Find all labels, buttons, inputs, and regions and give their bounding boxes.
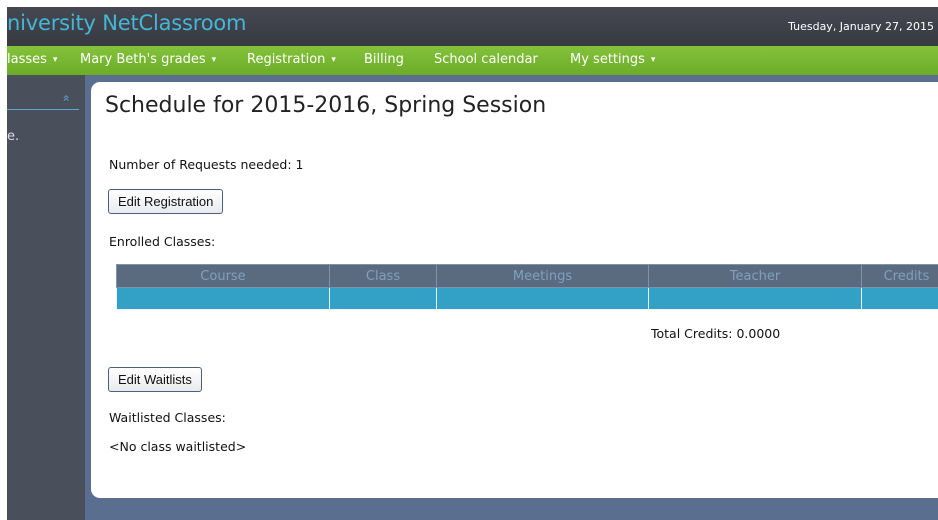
menu-item-classes[interactable]: lasses ▾ — [7, 46, 57, 75]
app-title[interactable]: niversity NetClassroom — [7, 11, 246, 35]
table-cell — [116, 287, 330, 310]
edit-registration-button[interactable]: Edit Registration — [108, 189, 224, 214]
table-cell — [436, 287, 649, 310]
menu-item-label: Billing — [364, 52, 404, 67]
current-date: Tuesday, January 27, 2015 — [788, 20, 934, 33]
enrolled-classes-label: Enrolled Classes: — [109, 234, 216, 249]
chevron-down-icon: ▾ — [52, 55, 58, 65]
sidebar-text: e. — [7, 129, 20, 144]
column-header-credits[interactable]: Credits — [861, 264, 938, 288]
schedule-panel: Schedule for 2015-2016, Spring Session N… — [91, 82, 938, 498]
menu-item-label: Registration — [247, 52, 326, 67]
sidebar-divider — [7, 109, 79, 110]
sidebar: « e. — [7, 75, 85, 520]
edit-waitlists-button[interactable]: Edit Waitlists — [108, 367, 202, 392]
menu-item-school-calendar[interactable]: School calendar — [434, 46, 538, 75]
table-cell — [648, 287, 862, 310]
menu-item-registration[interactable]: Registration ▾ — [247, 46, 336, 75]
top-bar: niversity NetClassroom Tuesday, January … — [7, 7, 938, 46]
no-waitlist-message: <No class waitlisted> — [109, 439, 247, 454]
menu-item-label: Mary Beth's grades — [80, 52, 206, 67]
enrolled-classes-table: Course Class Meetings Teacher Credits — [116, 264, 938, 310]
menu-item-label: lasses — [7, 52, 47, 67]
column-header-teacher[interactable]: Teacher — [648, 264, 862, 288]
menu-item-label: School calendar — [434, 52, 538, 67]
menu-item-billing[interactable]: Billing — [364, 46, 404, 75]
chevron-down-icon: ▾ — [211, 55, 217, 65]
waitlisted-classes-label: Waitlisted Classes: — [109, 410, 226, 425]
main-menu: lasses ▾ Mary Beth's grades ▾ Registration… — [7, 46, 938, 75]
chevron-down-icon: ▾ — [331, 55, 336, 65]
column-header-course[interactable]: Course — [116, 264, 330, 288]
column-header-meetings[interactable]: Meetings — [436, 264, 649, 288]
menu-item-my-settings[interactable]: My settings ▾ — [570, 46, 655, 75]
table-cell — [329, 287, 437, 310]
page-title: Schedule for 2015-2016, Spring Session — [105, 93, 547, 118]
double-chevron-up-icon[interactable]: « — [60, 94, 74, 101]
menu-item-grades[interactable]: Mary Beth's grades ▾ — [80, 46, 216, 75]
column-header-class[interactable]: Class — [329, 264, 437, 288]
menu-item-label: My settings — [570, 52, 645, 67]
table-cell — [861, 287, 938, 310]
total-credits: Total Credits: 0.0000 — [651, 326, 781, 341]
app-frame: niversity NetClassroom Tuesday, January … — [7, 7, 938, 520]
chevron-down-icon: ▾ — [650, 55, 656, 65]
table-row — [116, 287, 938, 310]
requests-needed: Number of Requests needed: 1 — [109, 157, 304, 172]
table-header-row: Course Class Meetings Teacher Credits — [116, 264, 938, 288]
